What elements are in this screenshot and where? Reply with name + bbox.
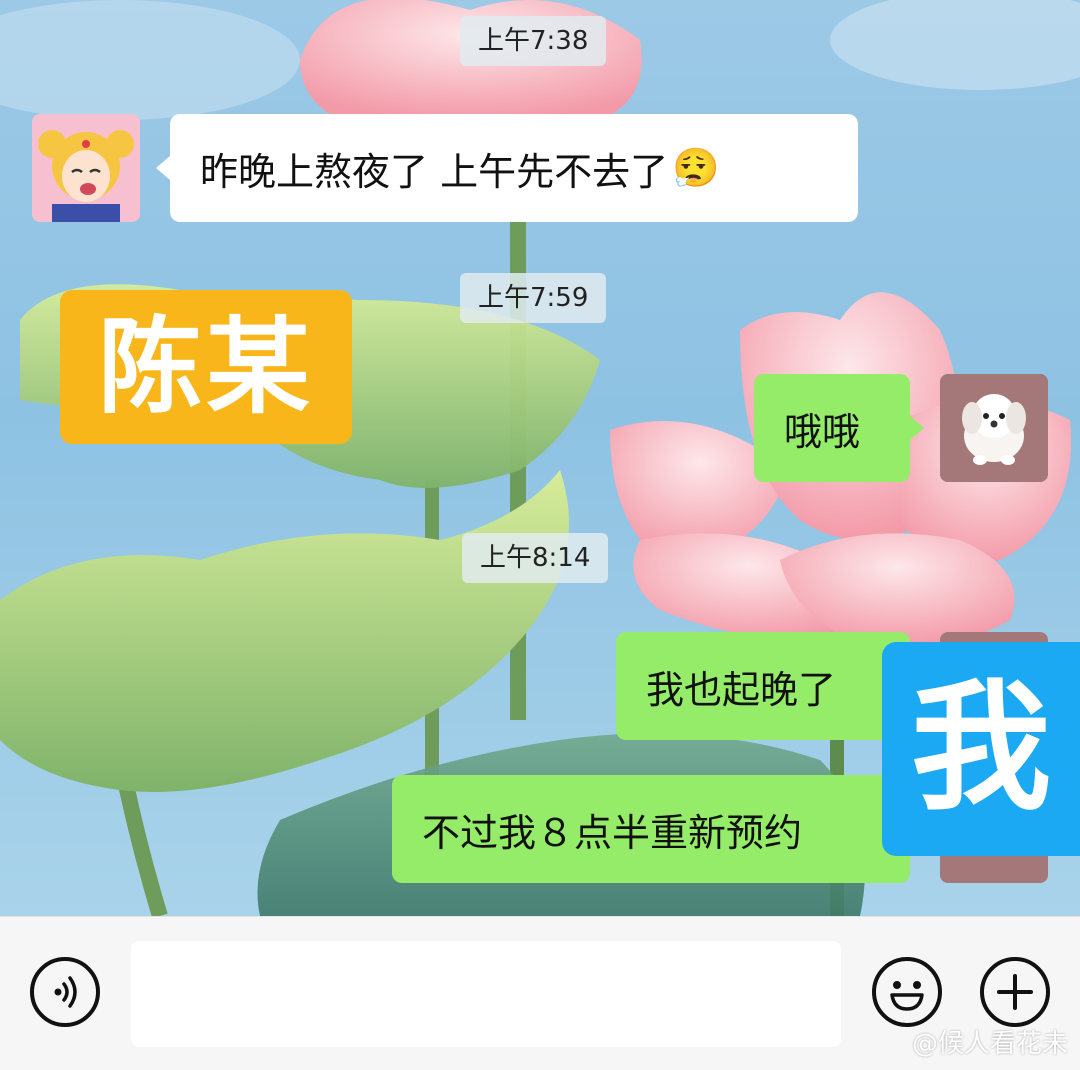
message-text: 我也起晚了 [646,667,837,712]
emoji-button[interactable] [872,957,942,1027]
add-attachment-button[interactable] [980,957,1050,1027]
message-text: 哦哦 [784,409,861,454]
chat-input-bar: @候人看花未 [0,916,1080,1070]
emoji-icon [890,981,924,1011]
my-avatar[interactable] [940,374,1048,482]
plus-icon [997,974,1033,1010]
timestamp: 上午8:14 [462,533,609,583]
contact-avatar[interactable] [32,114,140,222]
received-message-bubble[interactable]: 昨晚上熬夜了 上午先不去了 😮‍💨 [156,114,858,222]
message-text: 昨晚上熬夜了 上午先不去了 [200,149,669,194]
contact-name-label: 陈某 [60,290,352,444]
message-input-field[interactable] [131,941,841,1047]
sent-message-bubble[interactable]: 我也起晚了 [616,632,924,740]
timestamp: 上午7:38 [460,16,607,66]
anime-girl-avatar-icon [32,114,140,222]
white-puppy-avatar-icon [940,374,1048,482]
sigh-emoji-icon: 😮‍💨 [672,145,720,190]
voice-input-button[interactable] [30,957,100,1027]
message-text: 不过我８点半重新预约 [422,810,803,855]
sent-message-bubble[interactable]: 哦哦 [754,374,924,482]
voice-icon [54,976,77,1008]
sent-message-bubble[interactable]: 不过我８点半重新预约 [392,775,924,883]
timestamp: 上午7:59 [460,273,607,323]
me-name-label: 我 [882,642,1080,856]
watermark: @候人看花未 [911,1029,1068,1059]
